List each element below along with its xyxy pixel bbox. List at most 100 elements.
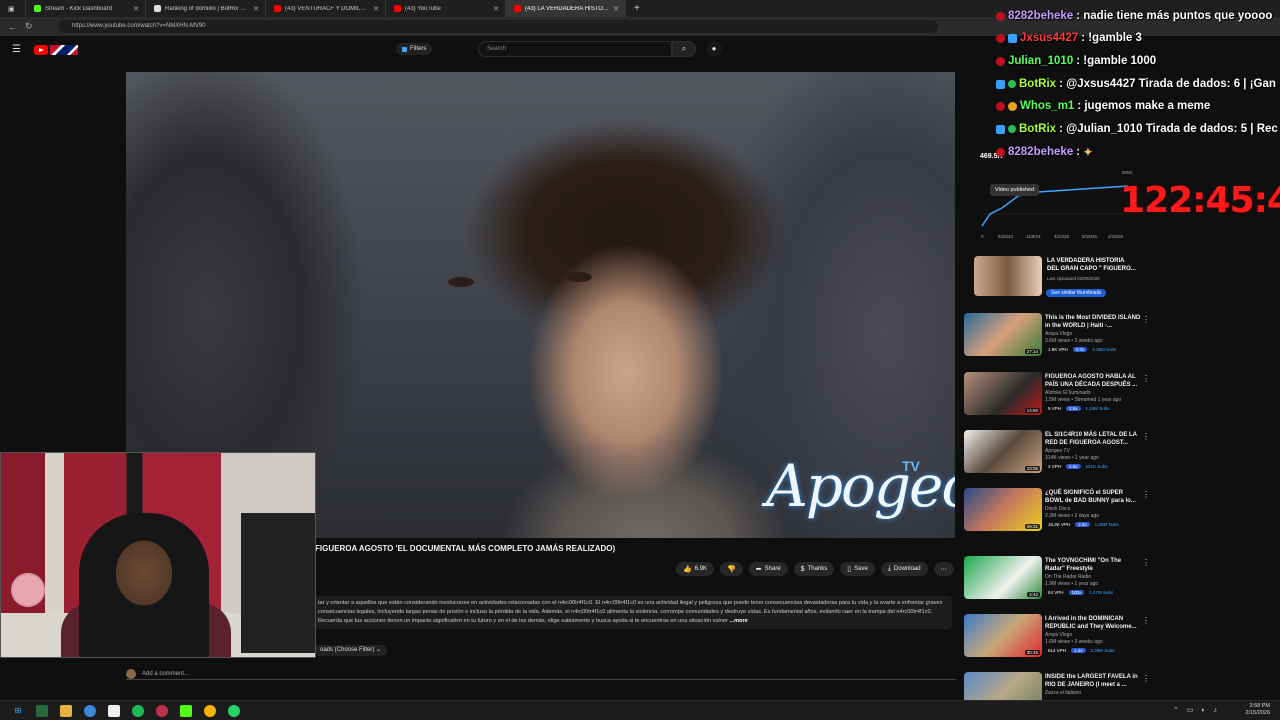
- more-actions-button[interactable]: ⋯: [933, 562, 954, 576]
- search-button[interactable]: ⌕: [672, 41, 696, 57]
- save-button[interactable]: ▯ Save: [840, 562, 875, 576]
- video-thumbnail[interactable]: 14:50: [964, 372, 1042, 415]
- video-stats-panel: 469.5K 500K Video published 0 6/25/24 11…: [978, 150, 1136, 242]
- share-label: Share: [764, 566, 781, 572]
- search-input[interactable]: Search: [478, 41, 672, 57]
- more-options-icon[interactable]: ⋮: [1142, 558, 1150, 567]
- url-field[interactable]: https://www.youtube.com/watch?v=NMXHN-MV…: [58, 20, 938, 33]
- channel-name[interactable]: Dieck Docs: [1045, 506, 1070, 512]
- browser-tab-active[interactable]: (43) LA VERDADERA HISTORIA DE ✕: [506, 0, 626, 17]
- menu-icon[interactable]: ☰: [12, 44, 21, 55]
- document-icon[interactable]: [108, 704, 120, 717]
- description-more-link[interactable]: ...more: [729, 618, 747, 624]
- featured-thumbnail[interactable]: [974, 256, 1042, 296]
- clock[interactable]: 3:58 PM 2/15/2026: [1246, 703, 1270, 717]
- more-options-icon[interactable]: ⋮: [1142, 432, 1150, 441]
- more-options-icon[interactable]: ⋮: [1142, 315, 1150, 324]
- windows-start-icon[interactable]: ⊞: [12, 705, 24, 717]
- channel-name[interactable]: Zazza el italiano: [1045, 690, 1081, 696]
- channel-name[interactable]: Araya Vlogs: [1045, 331, 1072, 337]
- video-thumbnail[interactable]: 4:42: [964, 556, 1042, 599]
- close-icon[interactable]: ✕: [373, 5, 379, 13]
- youtube-logo-icon[interactable]: [34, 45, 48, 55]
- video-title[interactable]: FIGUEROA AGOSTO HABLA AL PAÍS UNA DÉCADA…: [1045, 373, 1141, 389]
- recommended-video[interactable]: 30:45 I Arrived in the DOMINICAN REPUBLIC…: [964, 614, 1150, 658]
- more-options-icon[interactable]: ⋮: [1142, 616, 1150, 625]
- browser-icon[interactable]: [84, 704, 96, 717]
- video-thumbnail[interactable]: 30:45: [964, 614, 1042, 657]
- video-duration: 23:05: [1024, 466, 1040, 471]
- tab-overview-icon[interactable]: ▣: [8, 5, 15, 13]
- channel-name[interactable]: Apogeo TV: [1045, 448, 1070, 454]
- chat-username: Whos_m1: [1020, 100, 1075, 112]
- similar-thumbnails-button[interactable]: See similar thumbnails: [1046, 289, 1107, 297]
- share-button[interactable]: ➦ Share: [748, 562, 788, 576]
- video-thumbnail[interactable]: 23:05: [964, 430, 1042, 473]
- recommended-video[interactable]: 23:05 EL SI1C4R10 MÁS LETAL DE LA RED DE …: [964, 430, 1150, 474]
- dislike-button[interactable]: 👎: [720, 562, 743, 576]
- add-comment-input[interactable]: Add a comment...: [142, 671, 189, 677]
- folder-icon[interactable]: [60, 704, 72, 717]
- video-title[interactable]: INSIDE the LARGEST FAVELA in RIO DE JANE…: [1045, 673, 1141, 689]
- filters-button[interactable]: Filters: [396, 43, 433, 55]
- kick-app-icon[interactable]: [180, 704, 192, 717]
- spotify-icon[interactable]: [132, 704, 144, 717]
- recommended-video[interactable]: 09:31 ¿QUÉ SIGNIFICÓ el SUPER BOWL de BAD…: [964, 488, 1150, 532]
- obs-icon[interactable]: [156, 704, 168, 717]
- subs-pill: 601K Subs: [1085, 464, 1108, 469]
- clock-time: 3:58 PM: [1249, 703, 1270, 709]
- terminal-icon[interactable]: [36, 704, 48, 717]
- clock-date: 2/15/2026: [1245, 710, 1270, 716]
- add-comment-row[interactable]: Add a comment...: [126, 668, 956, 680]
- whatsapp-icon[interactable]: [228, 704, 240, 717]
- comments-filter-dropdown[interactable]: oads (Choose Filter) ⌄: [314, 645, 388, 656]
- close-icon[interactable]: ✕: [493, 5, 499, 13]
- recommended-video[interactable]: 14:50 FIGUEROA AGOSTO HABLA AL PAÍS UNA D…: [964, 372, 1150, 416]
- video-title[interactable]: The YOVNGCHIMI "On The Radar" Freestyle: [1045, 557, 1141, 573]
- featured-title[interactable]: LA VERDADERA HISTORIA DEL GRAN CAPO " FI…: [1047, 258, 1137, 273]
- back-icon[interactable]: ←: [8, 22, 17, 32]
- like-button[interactable]: 👍 6.9K: [676, 562, 715, 576]
- more-options-icon[interactable]: ⋮: [1142, 674, 1150, 683]
- featured-video-card[interactable]: LA VERDADERA HISTORIA DEL GRAN CAPO " FI…: [974, 256, 1146, 302]
- channel-name[interactable]: On The Radar Radio: [1045, 574, 1091, 580]
- video-thumbnail[interactable]: 09:31: [964, 488, 1042, 531]
- browser-tab-botrix[interactable]: Ranking of domiilol | BotRix — Ch ✕: [146, 0, 266, 17]
- chrome-icon[interactable]: [204, 704, 216, 717]
- system-tray-icons[interactable]: ⌃ ▭ ◐ ♪: [1173, 706, 1220, 714]
- recommended-video[interactable]: 27:14 This is the Most DIVIDED ISLAND in …: [964, 313, 1150, 357]
- stats-x-tick: 0: [981, 234, 984, 239]
- channel-name[interactable]: Alofoke El Iluminado: [1045, 390, 1091, 396]
- close-icon[interactable]: ✕: [133, 5, 139, 13]
- tab-title: (43) LA VERDADERA HISTORIA DE: [525, 5, 609, 12]
- video-title[interactable]: ¿QUÉ SIGNIFICÓ el SUPER BOWL de BAD BUNN…: [1045, 489, 1141, 505]
- search-icon: ⌕: [681, 44, 687, 53]
- close-icon[interactable]: ✕: [613, 5, 619, 13]
- tab-title: (43) YouTube: [405, 5, 441, 12]
- video-description[interactable]: tar y orientar a aquellos que están cons…: [314, 596, 952, 629]
- recommended-video[interactable]: 4:42 The YOVNGCHIMI "On The Radar" Freest…: [964, 556, 1150, 600]
- share-icon: ➦: [755, 566, 762, 573]
- reload-icon[interactable]: ↻: [25, 21, 33, 32]
- browser-tab-youtube-1[interactable]: (43) VENTURACF Y DOMILOL RES ✕: [266, 0, 386, 17]
- subs-pill: 3.38M Subs: [1092, 347, 1117, 352]
- video-meta: 314K views • 1 year ago: [1045, 455, 1099, 461]
- browser-tab-youtube-2[interactable]: (43) YouTube ✕: [386, 0, 506, 17]
- voice-search-button[interactable]: ●: [706, 41, 722, 57]
- subs-pill: 3.38M Subs: [1090, 648, 1115, 653]
- more-options-icon[interactable]: ⋮: [1142, 374, 1150, 383]
- thanks-button[interactable]: $ Thanks: [793, 562, 835, 576]
- video-published-marker: Video published: [990, 184, 1040, 196]
- more-options-icon[interactable]: ⋮: [1142, 490, 1150, 499]
- close-icon[interactable]: ✕: [253, 5, 259, 13]
- stats-chart: 500K: [981, 170, 1133, 227]
- video-title[interactable]: This is the Most DIVIDED ISLAND in the W…: [1045, 314, 1141, 330]
- new-tab-icon[interactable]: +: [634, 3, 640, 14]
- browser-tab[interactable]: ▣: [0, 0, 26, 17]
- channel-name[interactable]: Araya Vlogs: [1045, 632, 1072, 638]
- video-title[interactable]: I Arrived in the DOMINICAN REPUBLIC and …: [1045, 615, 1141, 631]
- video-title[interactable]: EL SI1C4R10 MÁS LETAL DE LA RED DE FIGUE…: [1045, 431, 1141, 447]
- video-thumbnail[interactable]: 27:14: [964, 313, 1042, 356]
- browser-tab-kick[interactable]: Stream - Kick Dashboard ✕: [26, 0, 146, 17]
- download-button[interactable]: ⤓ Download: [880, 562, 928, 576]
